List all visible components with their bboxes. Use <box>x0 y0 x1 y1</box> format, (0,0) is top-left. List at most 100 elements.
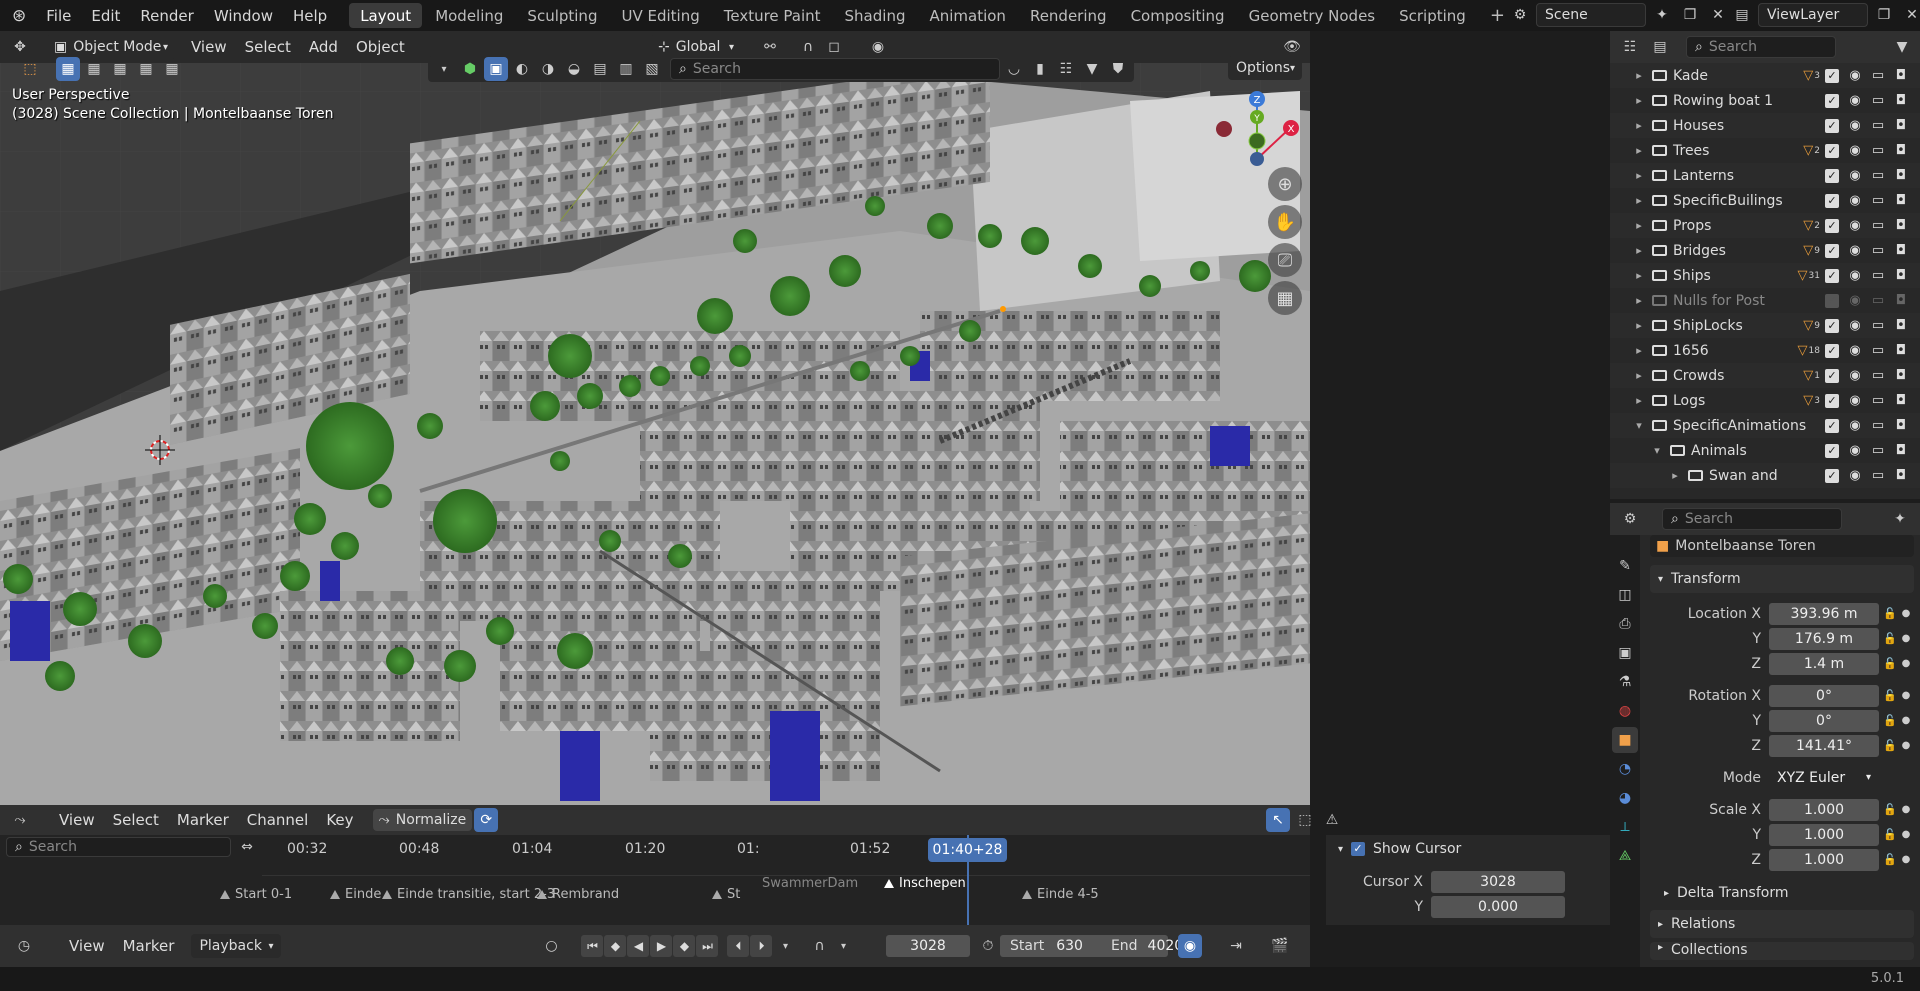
scene-name-field[interactable]: Scene <box>1536 3 1646 27</box>
tab-compositing[interactable]: Compositing <box>1120 3 1236 28</box>
filter-mesh-icon[interactable]: ▣ <box>484 57 508 81</box>
monitor-icon[interactable]: ▭ <box>1871 418 1885 433</box>
exclude-checkbox[interactable]: ✓ <box>1825 418 1839 433</box>
tab-modeling[interactable]: Modeling <box>424 3 514 28</box>
keyframe-dot-icon[interactable]: ● <box>1901 804 1911 815</box>
lock-icon[interactable]: 🔓 <box>1879 657 1901 670</box>
playback-menu-marker[interactable]: Marker <box>114 937 184 955</box>
chevron-down-icon[interactable]: ▾ <box>1650 444 1664 457</box>
eye-icon[interactable]: ◉ <box>1848 343 1862 358</box>
viewport-menu-view[interactable]: View <box>182 38 236 56</box>
menu-render[interactable]: Render <box>130 0 203 31</box>
exclude-checkbox[interactable]: ✓ <box>1825 68 1839 83</box>
world-tab-icon[interactable]: ◍ <box>1612 698 1638 724</box>
outliner-item[interactable]: ▸ Ships ▽ 31 ✓ ◉ ▭ ◘ <box>1610 263 1920 288</box>
chevron-down-icon[interactable]: ▾ <box>1632 419 1646 432</box>
lock-icon[interactable]: 🔓 <box>1879 632 1901 645</box>
outliner-item[interactable]: ▸ Trees ▽ 2 ✓ ◉ ▭ ◘ <box>1610 138 1920 163</box>
zoom-icon[interactable]: ⊕ <box>1268 167 1302 201</box>
tab-layout[interactable]: Layout <box>349 3 423 28</box>
timeline-menu-marker[interactable]: Marker <box>168 811 238 829</box>
physics-tab-icon[interactable]: ◕ <box>1612 785 1638 811</box>
scene-tab-icon[interactable]: ⚗ <box>1612 669 1638 695</box>
camera-icon[interactable]: ⎚ <box>1268 243 1302 277</box>
play-reverse-icon[interactable]: ◀ <box>627 935 650 957</box>
camera-render-icon[interactable]: ◘ <box>1894 468 1908 483</box>
chevron-right-icon[interactable]: ▸ <box>1632 294 1646 307</box>
camera-render-icon[interactable]: ◘ <box>1894 168 1908 183</box>
keyframe-dot-icon[interactable]: ● <box>1901 829 1911 840</box>
display-mode-icon[interactable]: ▤ <box>1648 35 1672 59</box>
outliner-item[interactable]: ▸ Rowing boat 1 ✓ ◉ ▭ ◘ <box>1610 88 1920 113</box>
monitor-icon[interactable]: ▭ <box>1871 68 1885 83</box>
eye-icon[interactable]: ◉ <box>1848 393 1862 408</box>
outliner-item[interactable]: ▸ Props ▽ 2 ✓ ◉ ▭ ◘ <box>1610 213 1920 238</box>
eye-icon[interactable]: ◉ <box>1848 218 1862 233</box>
chevron-right-icon[interactable]: ▸ <box>1632 169 1646 182</box>
select-mode-intersect-icon[interactable]: ▦ <box>160 57 184 81</box>
eye-icon[interactable]: ◉ <box>1848 168 1862 183</box>
chevron-right-icon[interactable]: ▸ <box>1632 369 1646 382</box>
menu-window[interactable]: Window <box>204 0 283 31</box>
viewlayer-name-field[interactable]: ViewLayer <box>1758 3 1868 27</box>
outliner-item[interactable]: ▸ Houses ✓ ◉ ▭ ◘ <box>1610 113 1920 138</box>
outliner-item[interactable]: ▸ Crowds ▽ 1 ✓ ◉ ▭ ◘ <box>1610 363 1920 388</box>
relations-panel-header[interactable]: ▸ Relations <box>1650 910 1914 938</box>
object-tab-icon[interactable]: ■ <box>1612 727 1638 753</box>
scale-x-field[interactable]: 1.000 <box>1769 798 1879 821</box>
outliner-search-input[interactable]: ⌕ Search <box>1686 36 1836 58</box>
chevron-down-icon[interactable]: ▾ <box>432 57 456 81</box>
chevron-right-icon[interactable]: ▸ <box>1632 219 1646 232</box>
transform-panel-header[interactable]: ▾ Transform <box>1650 565 1914 593</box>
rotation-x-field[interactable]: 0° <box>1769 684 1879 707</box>
remove-scene-icon[interactable]: ✕ <box>1706 3 1730 27</box>
swap-icon[interactable]: ⇔ <box>235 835 259 859</box>
rotation-z-field[interactable]: 141.41° <box>1769 734 1879 757</box>
menu-file[interactable]: File <box>36 0 81 31</box>
lock-icon[interactable]: 🔓 <box>1879 607 1901 620</box>
menu-help[interactable]: Help <box>283 0 337 31</box>
tab-sculpting[interactable]: Sculpting <box>516 3 608 28</box>
graph-editor-icon[interactable]: ⤳ <box>8 808 32 832</box>
exclude-checkbox[interactable]: ✓ <box>1825 368 1839 383</box>
camera-render-icon[interactable]: ◘ <box>1894 343 1908 358</box>
cursor-y-field[interactable]: 0.000 <box>1431 895 1565 918</box>
exclude-checkbox[interactable]: ✓ <box>1825 218 1839 233</box>
monitor-icon[interactable]: ▭ <box>1871 268 1885 283</box>
monitor-icon[interactable]: ▭ <box>1871 318 1885 333</box>
jump-end-icon[interactable]: ⏭ <box>696 935 719 957</box>
timeline-menu-channel[interactable]: Channel <box>238 811 318 829</box>
exclude-checkbox[interactable]: ✓ <box>1825 393 1839 408</box>
remove-viewlayer-icon[interactable]: ✕ <box>1900 3 1920 27</box>
delta-transform-subpanel[interactable]: ▸ Delta Transform <box>1664 880 1914 906</box>
select-mode-invert-icon[interactable]: ▦ <box>134 57 158 81</box>
eye-icon[interactable]: ◉ <box>1848 293 1862 308</box>
warning-icon[interactable]: ⚠ <box>1320 808 1344 832</box>
pan-hand-icon[interactable]: ✋ <box>1268 205 1302 239</box>
monitor-icon[interactable]: ▭ <box>1871 243 1885 258</box>
shield-icon[interactable]: ⛊ <box>1106 57 1130 81</box>
location-z-field[interactable]: 1.4 m <box>1769 652 1879 675</box>
exclude-checkbox[interactable]: ✓ <box>1825 343 1839 358</box>
view-layer-tab-icon[interactable]: ▣ <box>1612 640 1638 666</box>
start-frame-field[interactable]: 630 <box>1056 938 1083 954</box>
keyframe-dot-icon[interactable]: ● <box>1901 608 1911 619</box>
chevron-right-icon[interactable]: ▸ <box>1632 394 1646 407</box>
filter-icon[interactable]: ▼ <box>1890 35 1914 59</box>
rotation-y-field[interactable]: 0° <box>1769 709 1879 732</box>
constraint-tab-icon[interactable]: ⟂ <box>1612 814 1638 840</box>
monitor-icon[interactable]: ▭ <box>1871 468 1885 483</box>
mode-selector[interactable]: ▣ Object Mode ▾ <box>46 35 176 59</box>
chevron-right-icon[interactable]: ▸ <box>1632 69 1646 82</box>
camera-render-icon[interactable]: ◘ <box>1894 68 1908 83</box>
filter-icon[interactable]: ▼ <box>1080 57 1104 81</box>
camera-render-icon[interactable]: ◘ <box>1894 443 1908 458</box>
properties-editor-icon[interactable]: ⚙ <box>1618 507 1642 531</box>
eye-icon[interactable]: ◉ <box>1848 243 1862 258</box>
eye-icon[interactable]: ◉ <box>1848 418 1862 433</box>
scale-y-field[interactable]: 1.000 <box>1769 823 1879 846</box>
monitor-icon[interactable]: ▭ <box>1871 118 1885 133</box>
keyframe-dot-icon[interactable]: ● <box>1901 740 1911 751</box>
eye-icon[interactable]: ◉ <box>1848 443 1862 458</box>
collections-panel-header[interactable]: ▸ Collections <box>1650 942 1914 960</box>
